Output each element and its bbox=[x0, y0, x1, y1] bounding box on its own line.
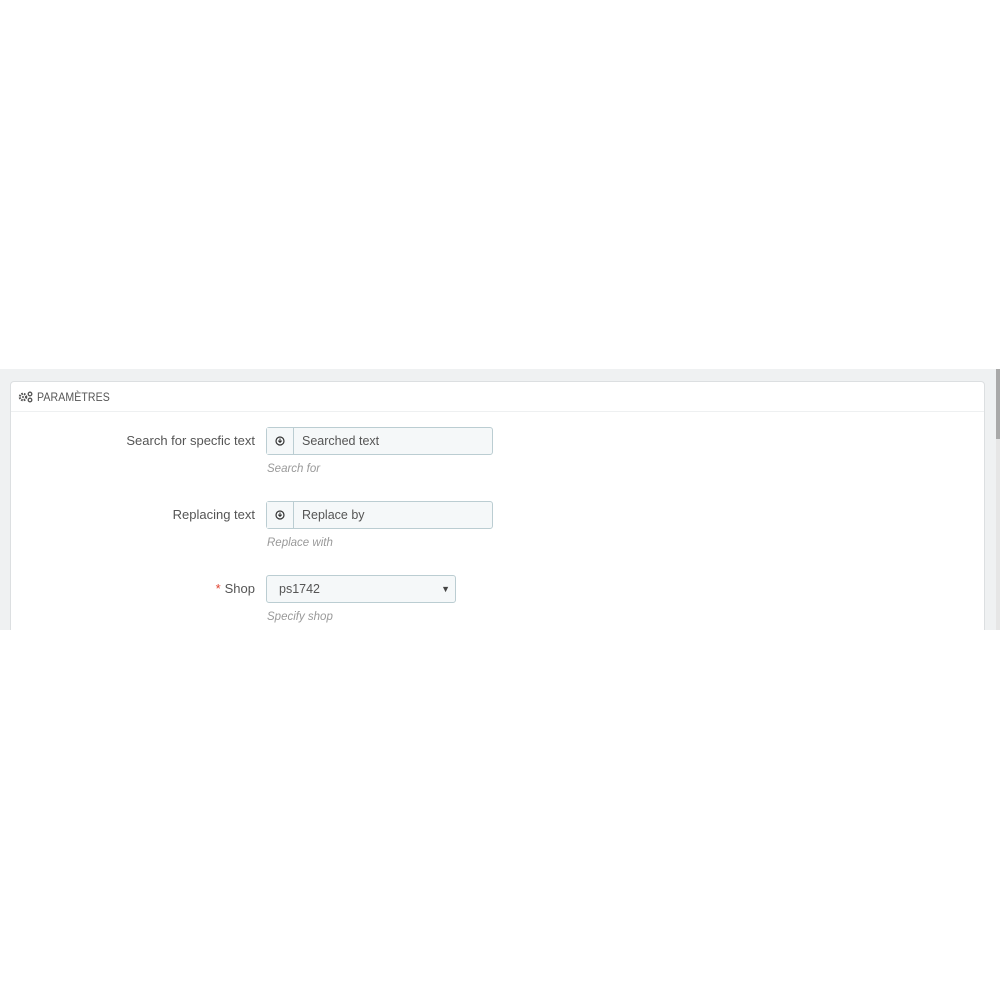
shop-label: * Shop bbox=[216, 581, 255, 596]
search-help-text: Search for bbox=[267, 463, 321, 475]
panel-title: PARAMÈTRES bbox=[37, 389, 110, 404]
screenshot-area: PARAMÈTRES Search for specfic text Searc… bbox=[0, 369, 1000, 630]
cogs-icon bbox=[18, 391, 33, 402]
caret-down-icon: ▼ bbox=[441, 584, 450, 594]
shop-help-text: Specify shop bbox=[267, 611, 333, 623]
scrollbar-thumb[interactable] bbox=[996, 369, 1000, 439]
download-circle-icon bbox=[267, 502, 294, 528]
shop-select[interactable]: ps1742 ▼ bbox=[266, 575, 456, 603]
search-label: Search for specfic text bbox=[126, 433, 255, 448]
shop-select-value: ps1742 bbox=[279, 582, 321, 596]
panel-header: PARAMÈTRES bbox=[11, 382, 984, 412]
search-text-input[interactable]: Searched text bbox=[294, 428, 492, 454]
shop-label-text: Shop bbox=[224, 581, 255, 596]
required-mark: * bbox=[215, 581, 221, 596]
replace-help-text: Replace with bbox=[267, 537, 333, 549]
scrollbar[interactable] bbox=[996, 369, 1000, 630]
replace-text-input[interactable]: Replace by bbox=[294, 502, 492, 528]
download-circle-icon bbox=[267, 428, 294, 454]
search-input-group[interactable]: Searched text bbox=[266, 427, 493, 455]
parameters-panel: PARAMÈTRES Search for specfic text Searc… bbox=[10, 381, 985, 630]
replace-label: Replacing text bbox=[172, 507, 255, 522]
replace-input-group[interactable]: Replace by bbox=[266, 501, 493, 529]
